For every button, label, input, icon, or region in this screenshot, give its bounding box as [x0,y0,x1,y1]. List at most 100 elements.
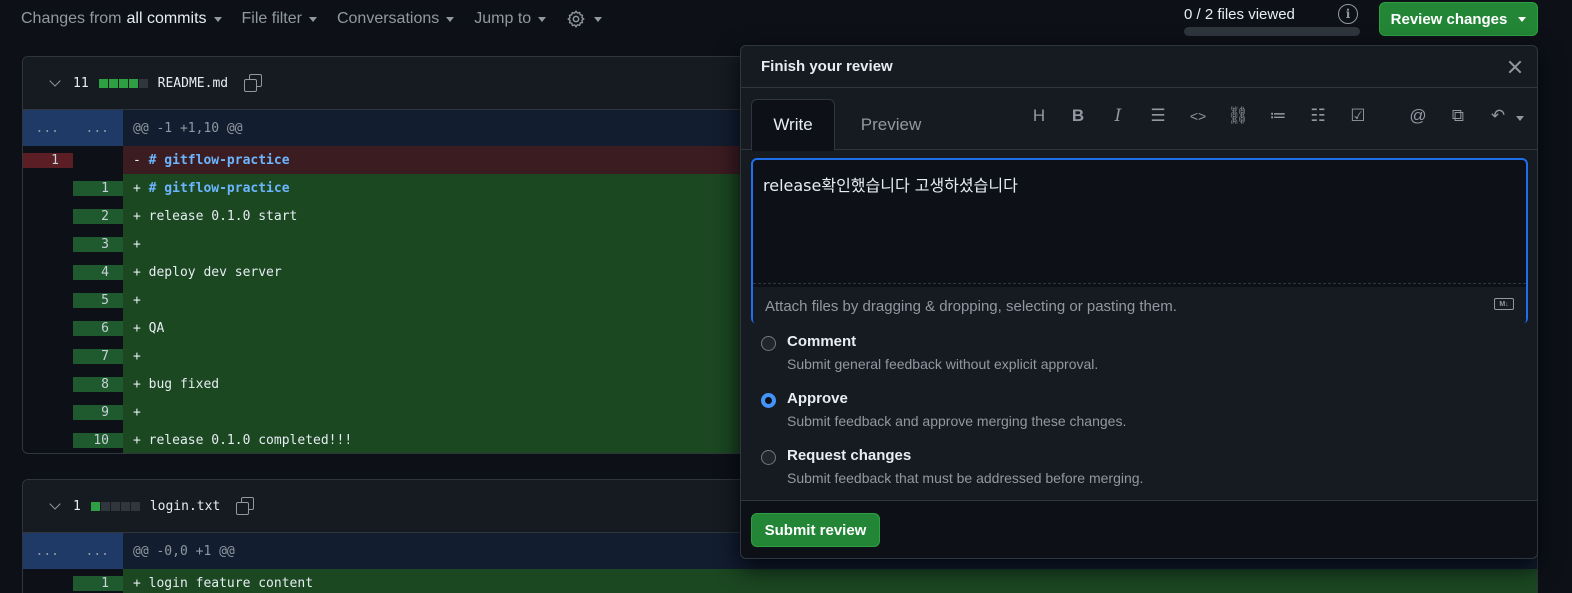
new-line-number[interactable]: 1 [73,180,123,196]
radio-approve[interactable] [761,393,776,408]
diff-text: # gitflow-practice [148,152,290,168]
review-options: Comment Submit general feedback without … [761,331,1143,502]
new-line-number[interactable]: 5 [73,292,123,308]
code-icon[interactable]: <> [1186,108,1210,124]
file-name[interactable]: README.md [158,76,228,91]
caret-down-icon [446,16,455,22]
mention-icon[interactable]: @ [1406,106,1430,126]
info-icon[interactable]: i [1338,4,1358,24]
tab-preview[interactable]: Preview [851,99,931,150]
diff-code: + login feature content [123,569,1537,593]
copy-icon[interactable] [244,74,263,92]
diff-sign: + [133,376,141,392]
new-line-number[interactable]: 1 [73,575,123,591]
review-changes-label: Review changes [1390,10,1508,28]
review-comment-input[interactable] [753,160,1526,284]
chevron-down-icon[interactable] [49,498,61,510]
caret-down-icon [594,16,603,22]
expand-down-button[interactable]: ... [73,533,123,569]
caret-down-icon [1518,16,1527,22]
popover-title: Finish your review [741,46,1537,88]
heading-icon[interactable]: H [1027,106,1051,126]
file-filter-label: File filter [241,10,302,27]
changes-from-dropdown[interactable]: Changes from all commits [21,10,222,28]
submit-review-button[interactable]: Submit review [751,513,880,547]
file-filter-dropdown[interactable]: File filter [242,10,317,28]
new-line-number[interactable]: 4 [73,264,123,280]
diff-sign: - [133,152,141,168]
expand-up-button[interactable]: ... [23,110,73,146]
diff-sign: + [133,180,141,196]
option-approve[interactable]: Approve Submit feedback and approve merg… [761,388,1143,445]
new-line-number[interactable]: 3 [73,236,123,252]
radio-request-changes[interactable] [761,450,776,465]
diff-text: release 0.1.0 start [148,208,298,224]
new-line-number[interactable]: 10 [73,432,123,448]
gear-icon [567,10,585,28]
files-viewed-bar [1184,27,1360,36]
diff-line: 1 + login feature content [23,569,1537,593]
diff-sign: + [133,292,141,308]
conversations-label: Conversations [336,10,440,27]
reply-icon[interactable]: ↶ [1486,106,1510,126]
radio-comment[interactable] [761,336,776,351]
caret-down-icon[interactable] [1516,116,1524,121]
old-line-number[interactable]: 1 [23,152,73,168]
unordered-list-icon[interactable]: ≔ [1266,106,1290,126]
diff-change-count: 1 [73,498,81,514]
copy-icon[interactable] [236,497,255,515]
changes-from-label: Changes from [21,10,122,27]
reference-icon[interactable]: ⧉ [1446,106,1470,126]
diff-text: login feature content [148,575,314,591]
caret-down-icon [213,16,222,22]
expand-up-button[interactable]: ... [23,533,73,569]
option-request-changes[interactable]: Request changes Submit feedback that mus… [761,445,1143,502]
expand-down-button[interactable]: ... [73,110,123,146]
bold-icon[interactable]: B [1066,106,1090,126]
option-desc: Submit feedback that must be addressed b… [787,470,1144,486]
tab-write[interactable]: Write [751,99,835,151]
option-title: Approve [787,390,848,407]
diff-sign: + [133,236,141,252]
diffstat [90,501,140,511]
changes-from-value: all commits [126,10,207,27]
file-name[interactable]: login.txt [150,499,220,514]
option-comment[interactable]: Comment Submit general feedback without … [761,331,1143,388]
diff-sign: + [133,432,141,448]
new-line-number[interactable]: 2 [73,208,123,224]
quote-icon[interactable]: ☰ [1146,106,1170,126]
files-viewed-progress: 0 / 2 files viewed [1184,6,1360,36]
option-desc: Submit feedback and approve merging thes… [787,413,1127,429]
review-comment-editor: Attach files by dragging & dropping, sel… [751,158,1528,325]
new-line-number[interactable]: 7 [73,348,123,364]
popover-footer: Submit review [741,500,1537,558]
chevron-down-icon[interactable] [49,75,61,87]
diff-text: QA [148,320,165,336]
attach-files-hint[interactable]: Attach files by dragging & dropping, sel… [753,287,1526,325]
caret-down-icon [538,16,547,22]
ordered-list-icon[interactable]: ☷ [1306,106,1330,126]
diff-text: bug fixed [148,376,220,392]
italic-icon[interactable]: I [1106,106,1130,126]
jump-to-dropdown[interactable]: Jump to [474,10,547,28]
markdown-icon[interactable]: M↓ [1494,298,1514,310]
diff-sign: + [133,264,141,280]
diff-sign: + [133,320,141,336]
link-icon[interactable]: ⛓ [1226,106,1250,126]
task-list-icon[interactable]: ☑ [1346,106,1370,126]
diff-toolbar: Changes from all commits File filter Con… [21,0,603,38]
diff-change-count: 11 [73,75,89,91]
jump-to-label: Jump to [474,10,532,27]
review-changes-button[interactable]: Review changes [1379,2,1538,36]
diff-text: release 0.1.0 completed!!! [148,432,353,448]
close-icon[interactable] [1507,59,1523,75]
new-line-number[interactable]: 6 [73,320,123,336]
conversations-dropdown[interactable]: Conversations [336,10,455,28]
option-desc: Submit general feedback without explicit… [787,356,1099,372]
new-line-number[interactable]: 8 [73,376,123,392]
new-line-number[interactable]: 9 [73,404,123,420]
diff-text: # gitflow-practice [148,180,290,196]
diff-sign: + [133,575,141,591]
diff-settings-button[interactable] [566,9,603,29]
diff-sign: + [133,404,141,420]
